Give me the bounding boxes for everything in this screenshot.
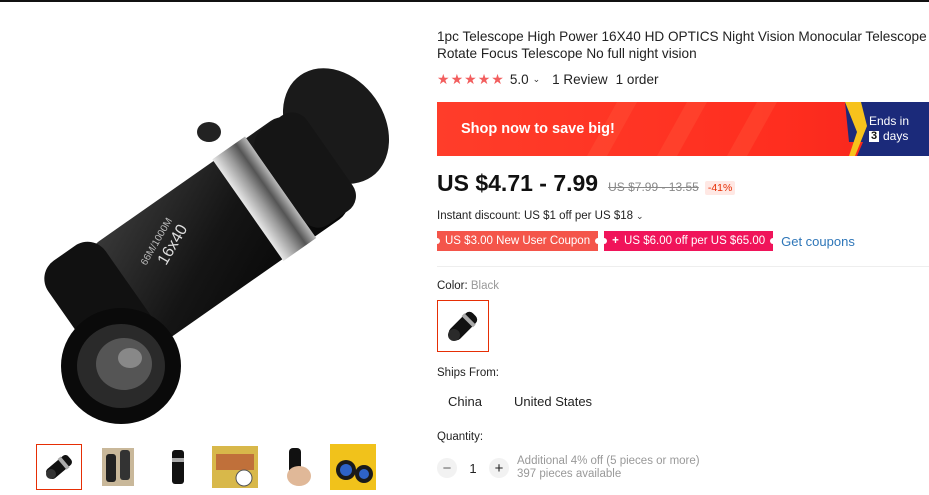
days-count: 3 <box>869 130 879 142</box>
product-title: 1pc Telescope High Power 16X40 HD OPTICS… <box>437 29 927 61</box>
telescope-view-icon <box>212 446 258 488</box>
current-price: US $4.71 - 7.99 <box>437 170 599 196</box>
chevron-down-icon: ⌄ <box>636 210 644 221</box>
promo-banner[interactable]: Shop now to save big! Ends in 3 days <box>437 102 929 156</box>
increase-button[interactable]: + <box>489 458 509 478</box>
decrease-button[interactable]: − <box>437 458 457 478</box>
thumbnail-4[interactable] <box>212 444 258 490</box>
new-user-coupon[interactable]: US $3.00 New User Coupon <box>433 231 602 251</box>
orders-count: 1 order <box>615 71 659 87</box>
original-price: US $7.99 - 13.55 <box>608 180 699 194</box>
discount-badge: -41% <box>704 181 736 195</box>
store-coupon-text: US $6.00 off per US $65.00 <box>624 235 766 247</box>
ends-in-label: Ends in <box>869 114 910 128</box>
main-product-image[interactable]: 16x40 66M/1000M <box>26 36 396 436</box>
telescope-swatch-icon <box>448 311 478 341</box>
store-coupon[interactable]: + US $6.00 off per US $65.00 <box>601 231 777 251</box>
ships-from-label: Ships From: <box>437 367 499 379</box>
rating-score[interactable]: 5.0 <box>510 72 529 87</box>
thumbnail-5[interactable] <box>272 444 318 490</box>
telescope-pair-icon <box>102 448 134 486</box>
thumbnail-1[interactable] <box>36 444 82 490</box>
reviews-link[interactable]: 1 Review <box>552 72 608 87</box>
thumbnail-2[interactable] <box>95 444 141 490</box>
instant-discount-text: Instant discount: US $1 off per US $18 <box>437 210 634 222</box>
thumbnail-6[interactable] <box>330 444 376 490</box>
instant-discount[interactable]: Instant discount: US $1 off per US $18 ⌄ <box>437 210 644 222</box>
telescope-thumb-icon <box>46 455 72 479</box>
quantity-label: Quantity: <box>437 431 484 443</box>
star-icon: ★ <box>437 71 450 87</box>
countdown: Ends in 3 days <box>869 114 909 144</box>
star-icon: ★ <box>464 71 477 87</box>
stock-available: 397 pieces available <box>517 468 622 480</box>
divider <box>437 266 929 267</box>
color-label-text: Color: <box>437 280 468 292</box>
promo-text: Shop now to save big! <box>461 121 615 137</box>
bulk-discount-note: Additional 4% off (5 pieces or more) <box>517 455 700 467</box>
quantity-stepper: − 1 + Additional 4% off (5 pieces or mor… <box>437 455 700 481</box>
telescope-image: 16x40 66M/1000M <box>44 68 390 424</box>
ship-option-united-states[interactable]: United States <box>514 394 592 409</box>
top-border <box>0 0 929 2</box>
rating-row: ★ ★ ★ ★ ★ 5.0 ⌄ 1 Review 1 order <box>437 70 658 88</box>
price-row: US $4.71 - 7.99 US $7.99 - 13.55 -41% <box>437 170 736 197</box>
color-label: Color: Black <box>437 280 499 292</box>
coupons-row: US $3.00 New User Coupon + US $6.00 off … <box>433 231 855 251</box>
color-swatch-black[interactable] <box>437 300 489 352</box>
star-icon: ★ <box>477 71 491 87</box>
days-label: days <box>883 129 909 143</box>
star-rating: ★ ★ ★ ★ ★ <box>437 72 504 86</box>
color-value: Black <box>470 280 500 292</box>
quantity-value[interactable]: 1 <box>457 461 489 476</box>
plus-icon: + <box>612 235 619 247</box>
get-coupons-link[interactable]: Get coupons <box>781 234 855 249</box>
star-icon: ★ <box>491 71 504 87</box>
ship-option-china[interactable]: China <box>448 394 482 409</box>
quantity-info: Additional 4% off (5 pieces or more) 397… <box>517 455 700 481</box>
thumbnail-strip <box>36 444 396 494</box>
telescope-side-icon <box>172 450 184 484</box>
telescope-lens-icon <box>330 444 376 490</box>
chevron-down-icon[interactable]: ⌄ <box>533 74 541 85</box>
thumbnail-3[interactable] <box>154 444 200 490</box>
telescope-hand-icon <box>287 448 311 486</box>
star-icon: ★ <box>450 71 464 87</box>
